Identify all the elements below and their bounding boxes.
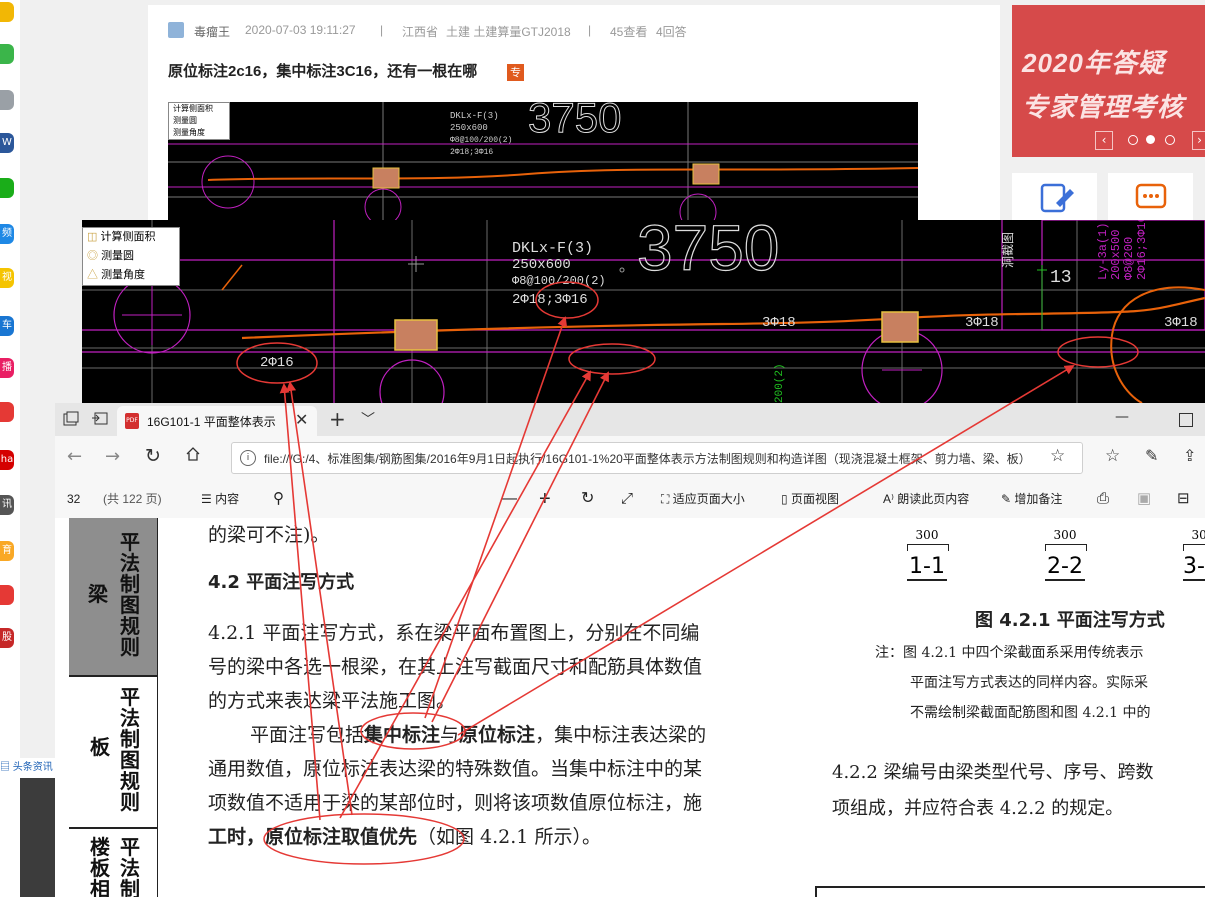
arrow-to-middle-from-priority <box>339 370 591 819</box>
arrow-to-left-label-2 <box>286 381 353 816</box>
arrow-to-left-label-1 <box>279 383 321 821</box>
arrow-to-rebar-label <box>424 316 568 719</box>
ellipse-beam-right <box>1057 336 1139 368</box>
arrow-to-beam-middle <box>431 371 609 723</box>
ellipse-priority-text <box>263 813 465 865</box>
ellipse-beam-middle <box>568 343 656 375</box>
ellipse-left-label <box>236 342 318 384</box>
ellipse-rebar-label <box>535 281 599 319</box>
annotation-overlay <box>236 281 1139 865</box>
arrow-to-beam-right <box>457 364 1075 736</box>
ellipse-concentrated-text <box>360 712 466 750</box>
